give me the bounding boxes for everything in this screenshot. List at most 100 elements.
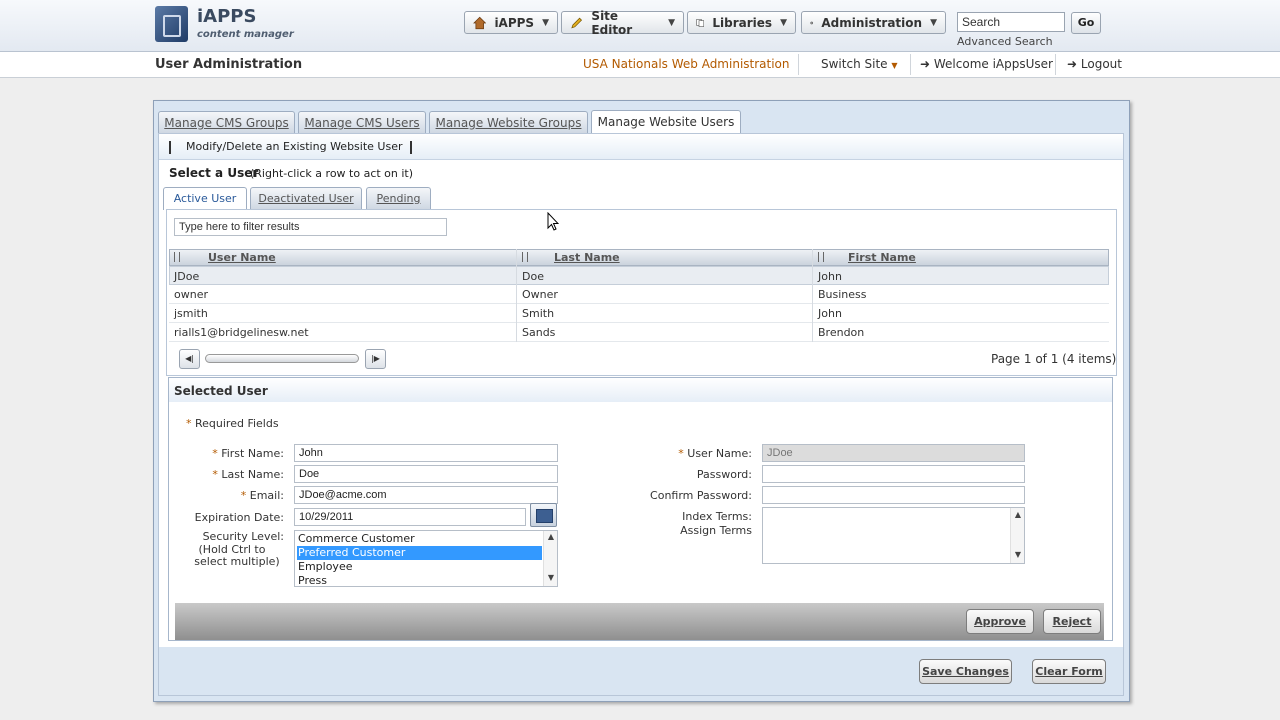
tab-manage-website-groups[interactable]: Manage Website Groups xyxy=(429,111,588,133)
scroll-down-icon[interactable]: ▼ xyxy=(544,573,557,582)
required-star: * xyxy=(186,417,192,430)
index-terms-box[interactable]: ▲ ▼ xyxy=(762,507,1025,564)
security-option-selected[interactable]: Preferred Customer xyxy=(297,546,542,560)
scroll-up-icon[interactable]: ▲ xyxy=(544,532,557,541)
required-star: * xyxy=(240,489,247,502)
table-row[interactable]: jsmith Smith John xyxy=(169,304,1109,323)
logout-link[interactable]: ➜ Logout xyxy=(1067,57,1122,71)
column-first-name[interactable]: First Name xyxy=(848,251,916,264)
index-terms-label: Index Terms: xyxy=(682,510,752,523)
welcome-link[interactable]: ➜ Welcome iAppsUser xyxy=(920,57,1053,71)
security-option[interactable]: Press xyxy=(298,574,327,586)
nav-iapps-label: iAPPS xyxy=(494,15,535,30)
divider xyxy=(169,141,171,154)
assign-terms-link[interactable]: Assign Terms xyxy=(640,524,752,537)
nav-libraries-label: Libraries xyxy=(712,15,773,30)
security-option[interactable]: Commerce Customer xyxy=(298,532,415,546)
modify-delete-link[interactable]: Modify/Delete an Existing Website User xyxy=(186,140,403,153)
cell-last-name: Sands xyxy=(522,326,556,339)
column-last-name[interactable]: Last Name xyxy=(554,251,620,264)
welcome-label: Welcome iAppsUser xyxy=(933,57,1053,71)
selected-user-title: Selected User xyxy=(174,384,268,398)
calendar-button[interactable] xyxy=(530,503,557,527)
email-label: * Email: xyxy=(190,489,284,502)
nav-administration-button[interactable]: Administration ▼ xyxy=(801,11,946,34)
tab-manage-cms-users[interactable]: Manage CMS Users xyxy=(298,111,426,133)
cell-first-name: John xyxy=(818,307,842,320)
tab-manage-cms-groups[interactable]: Manage CMS Groups xyxy=(158,111,295,133)
chevron-down-icon: ▼ xyxy=(668,17,675,28)
tab-active-user[interactable]: Active User xyxy=(163,187,247,210)
cell-last-name: Smith xyxy=(522,307,555,320)
cell-first-name: Business xyxy=(818,288,867,301)
pencil-icon xyxy=(571,17,583,28)
go-button[interactable]: Go xyxy=(1071,12,1101,34)
tab-manage-website-users[interactable]: Manage Website Users xyxy=(591,110,741,134)
table-row[interactable]: JDoe Doe John xyxy=(169,266,1109,285)
logo-brand: iAPPS xyxy=(197,6,257,27)
security-option[interactable]: Employee xyxy=(298,560,352,574)
user-name-field xyxy=(762,444,1025,462)
clear-form-button[interactable]: Clear Form xyxy=(1032,659,1106,684)
email-field[interactable] xyxy=(294,486,558,504)
select-user-label: Select a User xyxy=(169,166,259,180)
gear-icon xyxy=(810,21,814,24)
scroll-left-button[interactable]: ◀| xyxy=(179,349,200,369)
filter-input[interactable] xyxy=(174,218,447,236)
column-grip-icon[interactable] xyxy=(174,252,180,262)
approve-button[interactable]: Approve xyxy=(966,609,1034,634)
confirm-password-field[interactable] xyxy=(762,486,1025,504)
chevron-down-icon: ▼ xyxy=(930,17,937,28)
save-changes-button[interactable]: Save Changes xyxy=(919,659,1012,684)
tab-pending[interactable]: Pending xyxy=(366,187,431,209)
table-row[interactable]: owner Owner Business xyxy=(169,285,1109,304)
nav-iapps-button[interactable]: iAPPS ▼ xyxy=(464,11,558,34)
column-user-name[interactable]: User Name xyxy=(208,251,276,264)
required-star: * xyxy=(212,447,218,460)
column-grip-icon[interactable] xyxy=(818,252,824,262)
divider xyxy=(410,141,412,154)
cell-user-name: jsmith xyxy=(174,307,208,320)
tab-deactivated-user[interactable]: Deactivated User xyxy=(250,187,362,209)
nav-site-editor-button[interactable]: Site Editor ▼ xyxy=(561,8,684,37)
listbox-scrollbar[interactable]: ▲ ▼ xyxy=(543,531,557,586)
site-name-link[interactable]: USA Nationals Web Administration xyxy=(583,57,790,71)
first-name-field[interactable] xyxy=(294,444,558,462)
calendar-icon xyxy=(536,509,553,523)
arrow-right-icon: ➜ xyxy=(1067,57,1078,71)
select-user-hint: (Right-click a row to act on it) xyxy=(250,167,414,180)
chevron-down-icon: ▼ xyxy=(542,17,549,28)
cell-user-name: JDoe xyxy=(174,270,200,283)
nav-site-editor-label: Site Editor xyxy=(591,8,633,37)
horizontal-scrollbar[interactable] xyxy=(205,354,359,363)
index-terms-scrollbar[interactable]: ▲ ▼ xyxy=(1010,508,1024,563)
cell-user-name: owner xyxy=(174,288,208,301)
expiration-date-field[interactable] xyxy=(294,508,526,526)
scroll-down-icon[interactable]: ▼ xyxy=(1011,550,1025,559)
cell-last-name: Owner xyxy=(522,288,558,301)
confirm-password-label: Confirm Password: xyxy=(650,489,752,502)
table-row[interactable]: rialls1@bridgelinesw.net Sands Brendon xyxy=(169,323,1109,342)
first-name-label: * First Name: xyxy=(190,447,284,460)
password-field[interactable] xyxy=(762,465,1025,483)
reject-button[interactable]: Reject xyxy=(1043,609,1101,634)
logo-cube-icon xyxy=(155,6,188,42)
arrow-right-icon: ➜ xyxy=(920,57,931,71)
page-info: Page 1 of 1 (4 items) xyxy=(991,352,1117,366)
logout-label: Logout xyxy=(1080,57,1122,71)
security-level-listbox[interactable]: Commerce Customer Preferred Customer Emp… xyxy=(294,530,558,587)
scroll-up-icon[interactable]: ▲ xyxy=(1011,510,1025,519)
last-name-field[interactable] xyxy=(294,465,558,483)
column-grip-icon[interactable] xyxy=(522,252,528,262)
advanced-search-link[interactable]: Advanced Search xyxy=(957,35,1053,48)
scroll-right-button[interactable]: |▶ xyxy=(365,349,386,369)
column-divider xyxy=(516,249,517,342)
required-star: * xyxy=(212,468,218,481)
switch-site-menu[interactable]: Switch Site ▼ xyxy=(821,57,898,71)
search-input[interactable] xyxy=(957,12,1065,32)
iapps-logo[interactable]: iAPPS content manager xyxy=(155,6,295,46)
home-icon xyxy=(473,16,487,29)
nav-libraries-button[interactable]: Libraries ▼ xyxy=(687,11,796,34)
user-name-label-text: User Name: xyxy=(687,447,752,460)
cell-first-name: John xyxy=(818,270,842,283)
